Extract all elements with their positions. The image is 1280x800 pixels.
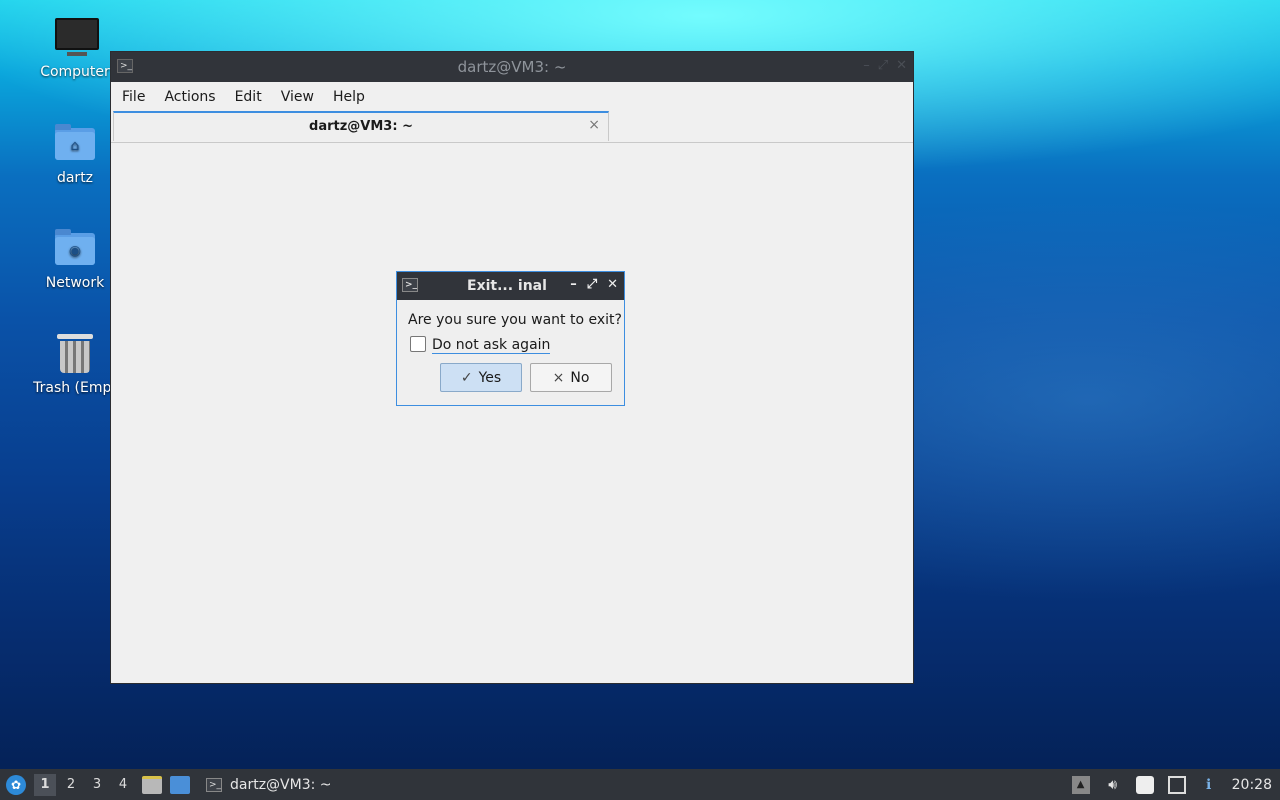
- clock[interactable]: 20:28: [1232, 777, 1272, 793]
- cross-icon: ×: [552, 369, 565, 386]
- minimize-icon[interactable]: –: [570, 277, 577, 292]
- terminal-icon: >_: [402, 278, 418, 292]
- start-menu-icon[interactable]: ✿: [6, 774, 26, 795]
- file-manager-icon[interactable]: [142, 775, 162, 794]
- no-label: No: [570, 369, 590, 386]
- close-icon[interactable]: ✕: [896, 58, 907, 73]
- trash-icon: [53, 332, 97, 376]
- clipboard-icon[interactable]: [1135, 775, 1154, 794]
- network-folder-icon: ◉: [53, 227, 97, 271]
- network-icon[interactable]: [1167, 775, 1186, 794]
- desktop-icon-label: Network: [45, 275, 105, 291]
- tab-label: dartz@VM3: ~: [309, 119, 413, 134]
- yes-label: Yes: [478, 369, 502, 386]
- desktop-icon-label: Computer: [40, 64, 110, 80]
- menu-help[interactable]: Help: [326, 89, 372, 105]
- volume-icon[interactable]: 🔊︎: [1104, 776, 1122, 794]
- system-tray: ▲ 🔊︎ ℹ 20:28: [1071, 769, 1280, 800]
- desktop-icon-label: dartz: [56, 170, 94, 186]
- desktop-icon-computer[interactable]: Computer: [29, 16, 121, 80]
- menubar: File Actions Edit View Help: [111, 82, 913, 112]
- desktop-icon-network[interactable]: ◉ Network: [29, 227, 121, 291]
- menu-edit[interactable]: Edit: [228, 89, 269, 105]
- dialog-title: Exit... inal: [467, 278, 547, 294]
- exit-dialog: >_ Exit... inal – ⤢ ✕ Are you sure you w…: [396, 271, 625, 406]
- menu-view[interactable]: View: [274, 89, 321, 105]
- no-button[interactable]: × No: [530, 363, 612, 392]
- taskbar: ✿ 1 2 3 4 >_ dartz@VM3: ~ ▲ 🔊︎ ℹ 20:28: [0, 769, 1280, 800]
- window-title: dartz@VM3: ~: [457, 58, 567, 76]
- maximize-icon[interactable]: ⤢: [878, 58, 888, 73]
- menu-file[interactable]: File: [115, 89, 152, 105]
- window-titlebar[interactable]: >_ dartz@VM3: ~ – ⤢ ✕: [111, 52, 913, 82]
- tab-terminal[interactable]: dartz@VM3: ~ ×: [113, 111, 609, 141]
- menu-actions[interactable]: Actions: [157, 89, 222, 105]
- desktop-icon-home[interactable]: ⌂ dartz: [29, 122, 121, 186]
- tab-close-icon[interactable]: ×: [588, 117, 600, 133]
- desktop-icon-trash[interactable]: Trash (Empt: [29, 332, 121, 396]
- home-folder-icon: ⌂: [53, 122, 97, 166]
- notification-icon[interactable]: ℹ: [1200, 776, 1218, 794]
- taskbar-task-terminal[interactable]: >_ dartz@VM3: ~: [200, 769, 338, 800]
- do-not-ask-label[interactable]: Do not ask again: [432, 337, 551, 354]
- eject-icon[interactable]: ▲: [1071, 775, 1090, 794]
- workspace-4[interactable]: 4: [112, 774, 134, 796]
- maximize-icon[interactable]: ⤢: [587, 277, 597, 292]
- check-icon: ✓: [460, 369, 473, 386]
- do-not-ask-checkbox[interactable]: [410, 336, 426, 352]
- monitor-icon: [53, 16, 99, 60]
- terminal-icon: >_: [117, 59, 133, 73]
- workspace-2[interactable]: 2: [60, 774, 82, 796]
- terminal-icon: >_: [206, 777, 222, 792]
- yes-button[interactable]: ✓ Yes: [440, 363, 522, 392]
- terminal-content[interactable]: [111, 143, 913, 683]
- workspace-3[interactable]: 3: [86, 774, 108, 796]
- workspace-1[interactable]: 1: [34, 773, 56, 796]
- minimize-icon[interactable]: –: [863, 58, 870, 73]
- dialog-message: Are you sure you want to exit?: [408, 312, 622, 328]
- close-icon[interactable]: ✕: [607, 277, 618, 292]
- tab-bar: dartz@VM3: ~ ×: [111, 111, 913, 143]
- dialog-titlebar[interactable]: >_ Exit... inal – ⤢ ✕: [397, 272, 624, 300]
- show-desktop-icon[interactable]: [170, 775, 190, 794]
- task-label: dartz@VM3: ~: [230, 776, 332, 793]
- desktop-icon-label: Trash (Empt: [33, 380, 117, 396]
